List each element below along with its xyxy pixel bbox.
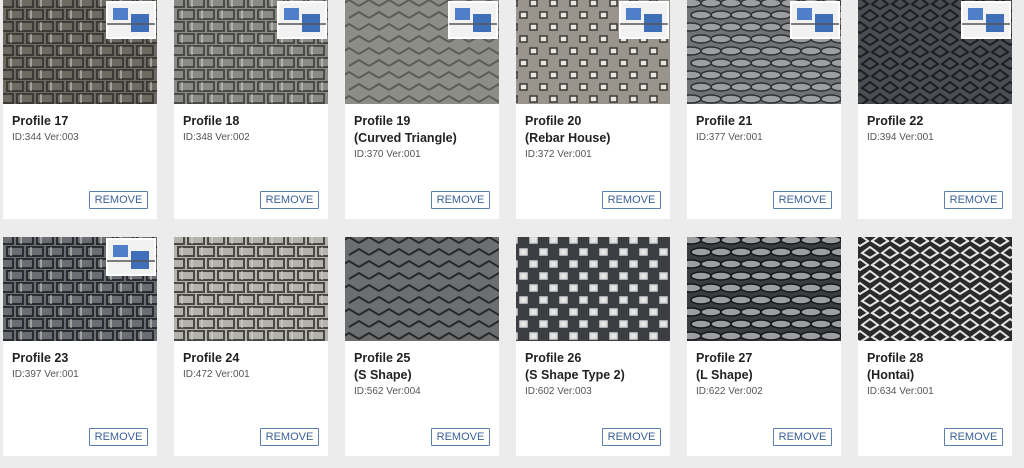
profile-name: Profile 26	[525, 351, 582, 365]
remove-button[interactable]: REMOVE	[89, 191, 148, 209]
remove-button[interactable]: REMOVE	[773, 191, 832, 209]
profile-20-thumbnail[interactable]	[516, 0, 670, 104]
profile-25-thumbnail[interactable]	[345, 237, 499, 341]
profile-id-version: ID:348 Ver:002	[183, 132, 250, 143]
profile-name: Profile 21	[696, 114, 753, 128]
profile-title: Profile 18 ID:348 Ver:002	[183, 113, 323, 144]
profile-id-version: ID:622 Ver:002	[696, 386, 763, 397]
remove-button[interactable]: REMOVE	[602, 428, 661, 446]
profile-subtitle: (Curved Triangle)	[354, 131, 457, 145]
profile-title: Profile 26 (S Shape Type 2) ID:602 Ver:003	[525, 350, 665, 398]
profile-id-version: ID:372 Ver:001	[525, 149, 592, 160]
profile-id-version: ID:370 Ver:001	[354, 149, 421, 160]
profile-name: Profile 22	[867, 114, 924, 128]
profile-subtitle: (L Shape)	[696, 368, 753, 382]
profile-card[interactable]: Profile 27 (L Shape) ID:622 Ver:002 REMOVE	[687, 237, 841, 456]
profile-title: Profile 21 ID:377 Ver:001	[696, 113, 836, 144]
profile-title: Profile 22 ID:394 Ver:001	[867, 113, 1007, 144]
profile-name: Profile 25	[354, 351, 411, 365]
profile-card[interactable]: Profile 19 (Curved Triangle) ID:370 Ver:00…	[345, 0, 499, 219]
profile-23-thumbnail[interactable]	[3, 237, 157, 341]
profile-id-version: ID:377 Ver:001	[696, 132, 763, 143]
profile-card[interactable]: Profile 17 ID:344 Ver:003 REMOVE	[3, 0, 157, 219]
profile-grid: Profile 17 ID:344 Ver:003 REMOVE Profile 18…	[0, 0, 1024, 468]
profile-card[interactable]: Profile 25 (S Shape) ID:562 Ver:004 REMOVE	[345, 237, 499, 456]
profile-card[interactable]: Profile 18 ID:348 Ver:002 REMOVE	[174, 0, 328, 219]
profile-name: Profile 19	[354, 114, 411, 128]
profile-title: Profile 20 (Rebar House) ID:372 Ver:001	[525, 113, 665, 161]
remove-button[interactable]: REMOVE	[431, 191, 490, 209]
profile-id-version: ID:562 Ver:004	[354, 386, 421, 397]
profile-title: Profile 28 (Hontai) ID:634 Ver:001	[867, 350, 1007, 398]
profile-name: Profile 24	[183, 351, 240, 365]
profile-28-thumbnail[interactable]	[858, 237, 1012, 341]
remove-button[interactable]: REMOVE	[944, 191, 1003, 209]
profile-title: Profile 24 ID:472 Ver:001	[183, 350, 323, 381]
profile-card[interactable]: Profile 21 ID:377 Ver:001 REMOVE	[687, 0, 841, 219]
profile-name: Profile 23	[12, 351, 69, 365]
profile-subtitle: (Hontai)	[867, 368, 915, 382]
profile-title: Profile 25 (S Shape) ID:562 Ver:004	[354, 350, 494, 398]
profile-name: Profile 17	[12, 114, 69, 128]
remove-button[interactable]: REMOVE	[89, 428, 148, 446]
profile-card[interactable]: Profile 28 (Hontai) ID:634 Ver:001 REMOVE	[858, 237, 1012, 456]
profile-card[interactable]: Profile 22 ID:394 Ver:001 REMOVE	[858, 0, 1012, 219]
profile-card[interactable]: Profile 24 ID:472 Ver:001 REMOVE	[174, 237, 328, 456]
remove-button[interactable]: REMOVE	[944, 428, 1003, 446]
profile-subtitle: (S Shape)	[354, 368, 412, 382]
profile-19-thumbnail[interactable]	[345, 0, 499, 104]
profile-id-version: ID:602 Ver:003	[525, 386, 592, 397]
profile-card[interactable]: Profile 23 ID:397 Ver:001 REMOVE	[3, 237, 157, 456]
profile-subtitle: (S Shape Type 2)	[525, 368, 625, 382]
remove-button[interactable]: REMOVE	[260, 191, 319, 209]
profile-title: Profile 27 (L Shape) ID:622 Ver:002	[696, 350, 836, 398]
profile-26-thumbnail[interactable]	[516, 237, 670, 341]
profile-card[interactable]: Profile 26 (S Shape Type 2) ID:602 Ver:003…	[516, 237, 670, 456]
remove-button[interactable]: REMOVE	[431, 428, 490, 446]
profile-id-version: ID:472 Ver:001	[183, 369, 250, 380]
profile-21-thumbnail[interactable]	[687, 0, 841, 104]
profile-id-version: ID:344 Ver:003	[12, 132, 79, 143]
remove-button[interactable]: REMOVE	[260, 428, 319, 446]
profile-title: Profile 19 (Curved Triangle) ID:370 Ver:00…	[354, 113, 494, 161]
profile-18-thumbnail[interactable]	[174, 0, 328, 104]
profile-name: Profile 18	[183, 114, 240, 128]
profile-22-thumbnail[interactable]	[858, 0, 1012, 104]
profile-subtitle: (Rebar House)	[525, 131, 611, 145]
profile-24-thumbnail[interactable]	[174, 237, 328, 341]
profile-title: Profile 23 ID:397 Ver:001	[12, 350, 152, 381]
profile-17-thumbnail[interactable]	[3, 0, 157, 104]
profile-name: Profile 28	[867, 351, 924, 365]
profile-27-thumbnail[interactable]	[687, 237, 841, 341]
profile-name: Profile 20	[525, 114, 582, 128]
profile-id-version: ID:397 Ver:001	[12, 369, 79, 380]
remove-button[interactable]: REMOVE	[602, 191, 661, 209]
profile-id-version: ID:634 Ver:001	[867, 386, 934, 397]
profile-card[interactable]: Profile 20 (Rebar House) ID:372 Ver:001 REM…	[516, 0, 670, 219]
remove-button[interactable]: REMOVE	[773, 428, 832, 446]
profile-name: Profile 27	[696, 351, 753, 365]
profile-id-version: ID:394 Ver:001	[867, 132, 934, 143]
profile-title: Profile 17 ID:344 Ver:003	[12, 113, 152, 144]
